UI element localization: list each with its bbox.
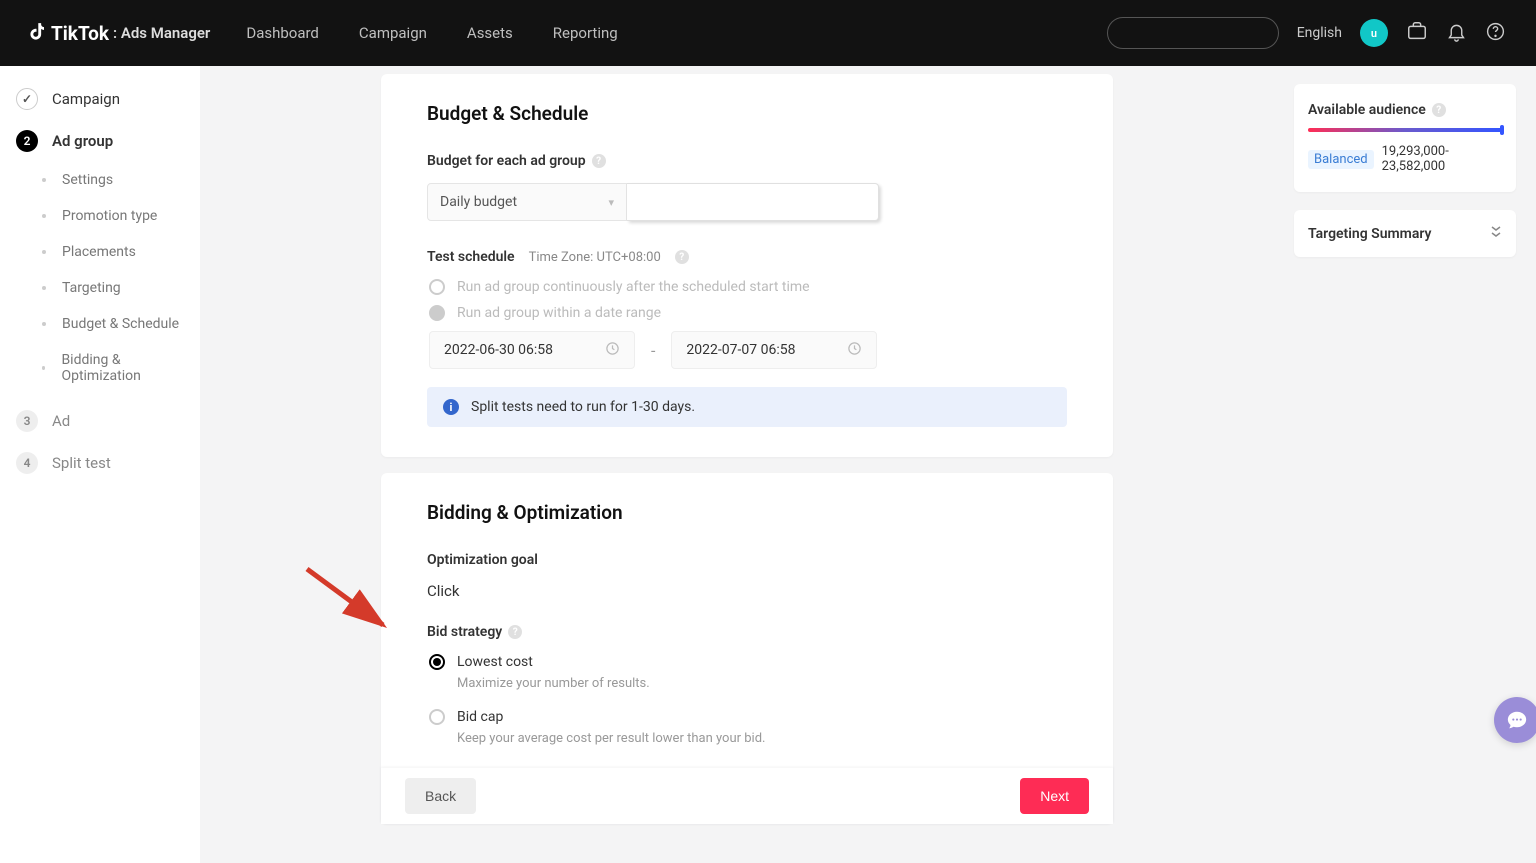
step-label: Ad group: [52, 132, 113, 150]
step-number-icon: 2: [16, 130, 38, 152]
step-split-test[interactable]: 4 Split test: [0, 442, 200, 484]
check-icon: ✓: [16, 88, 38, 110]
audience-gauge: [1308, 128, 1502, 132]
radio-icon: [429, 279, 445, 295]
info-banner: i Split tests need to run for 1-30 days.: [427, 387, 1067, 427]
card-title: Budget & Schedule: [427, 102, 1067, 125]
budget-amount-input[interactable]: [627, 183, 879, 221]
clock-icon: [847, 341, 862, 360]
date-value: 2022-07-07 06:58: [686, 342, 795, 358]
radio-icon: [429, 305, 445, 321]
logo-subtitle: : Ads Manager: [113, 24, 210, 42]
radio-label: Run ad group continuously after the sche…: [457, 279, 810, 295]
budget-type-select[interactable]: Daily budget ▾: [427, 183, 627, 221]
logo[interactable]: TikTok : Ads Manager: [30, 21, 210, 46]
step-label: Campaign: [52, 90, 120, 108]
radio-icon: [429, 654, 445, 670]
help-icon[interactable]: [1485, 21, 1506, 46]
bid-lowest-cost-radio[interactable]: Lowest cost: [427, 654, 1067, 670]
gauge-knob-icon: [1500, 125, 1504, 135]
date-separator: -: [651, 341, 655, 360]
info-text: Split tests need to run for 1-30 days.: [471, 399, 695, 415]
budget-label: Budget for each ad group ?: [427, 153, 1067, 169]
chat-support-button[interactable]: [1494, 697, 1536, 743]
bid-cap-radio[interactable]: Bid cap: [427, 709, 1067, 725]
available-audience-card: Available audience ? Balanced 19,293,000…: [1294, 84, 1516, 192]
schedule-label: Test schedule: [427, 249, 515, 265]
audience-range: 19,293,000-23,582,000: [1382, 144, 1502, 174]
app-header: TikTok : Ads Manager Dashboard Campaign …: [0, 0, 1536, 66]
nav-reporting[interactable]: Reporting: [553, 24, 618, 42]
substep-placements[interactable]: Placements: [0, 234, 200, 270]
help-icon[interactable]: ?: [675, 250, 689, 264]
nav-assets[interactable]: Assets: [467, 24, 513, 42]
search-input[interactable]: [1107, 17, 1279, 49]
radio-label: Lowest cost: [457, 654, 533, 670]
help-icon[interactable]: ?: [508, 625, 522, 639]
business-icon[interactable]: [1406, 20, 1428, 46]
step-label: Split test: [52, 454, 111, 472]
substep-budget-schedule[interactable]: Budget & Schedule: [0, 306, 200, 342]
help-icon[interactable]: ?: [592, 154, 606, 168]
budget-schedule-card: Budget & Schedule Budget for each ad gro…: [381, 74, 1113, 457]
radio-description: Maximize your number of results.: [427, 676, 1067, 691]
nav-campaign[interactable]: Campaign: [359, 24, 427, 42]
step-ad-group[interactable]: 2 Ad group: [0, 120, 200, 162]
schedule-radio-continuous: Run ad group continuously after the sche…: [427, 279, 1067, 295]
radio-description: Keep your average cost per result lower …: [427, 731, 1067, 746]
radio-label: Bid cap: [457, 709, 503, 725]
radio-label: Run ad group within a date range: [457, 305, 661, 321]
sidebar: ✓ Campaign 2 Ad group Settings Promotion…: [0, 66, 200, 863]
info-icon: i: [443, 399, 459, 415]
step-campaign[interactable]: ✓ Campaign: [0, 78, 200, 120]
logo-text: TikTok: [51, 22, 109, 45]
bidding-optimization-card: Bidding & Optimization Optimization goal…: [381, 473, 1113, 824]
clock-icon: [605, 341, 620, 360]
substep-targeting[interactable]: Targeting: [0, 270, 200, 306]
bell-icon[interactable]: [1446, 21, 1467, 46]
start-date-input[interactable]: 2022-06-30 06:58: [429, 331, 635, 369]
tiktok-logo-icon: [30, 21, 48, 46]
back-button[interactable]: Back: [405, 778, 476, 814]
chevron-down-icon: ▾: [608, 196, 614, 209]
nav-dashboard[interactable]: Dashboard: [246, 24, 319, 42]
bid-strategy-label: Bid strategy ?: [427, 624, 1067, 640]
step-ad[interactable]: 3 Ad: [0, 400, 200, 442]
step-number-icon: 4: [16, 452, 38, 474]
card-title: Bidding & Optimization: [427, 501, 1067, 524]
schedule-radio-range: Run ad group within a date range: [427, 305, 1067, 321]
date-value: 2022-06-30 06:58: [444, 342, 553, 358]
substep-settings[interactable]: Settings: [0, 162, 200, 198]
step-number-icon: 3: [16, 410, 38, 432]
targeting-summary-title: Targeting Summary: [1308, 226, 1431, 242]
optimization-goal-value: Click: [427, 582, 1067, 600]
balanced-badge: Balanced: [1308, 150, 1374, 169]
language-selector[interactable]: English: [1297, 25, 1342, 41]
footer-bar: Back Next: [381, 768, 1113, 824]
select-value: Daily budget: [440, 194, 517, 210]
step-label: Ad: [52, 412, 70, 430]
radio-icon: [429, 709, 445, 725]
chevron-down-double-icon: [1490, 225, 1502, 242]
substep-promotion-type[interactable]: Promotion type: [0, 198, 200, 234]
next-button[interactable]: Next: [1020, 778, 1089, 814]
optimization-goal-label: Optimization goal: [427, 552, 1067, 568]
end-date-input[interactable]: 2022-07-07 06:58: [671, 331, 877, 369]
targeting-summary-card[interactable]: Targeting Summary: [1294, 210, 1516, 257]
avatar[interactable]: u: [1360, 19, 1388, 47]
timezone-text: Time Zone: UTC+08:00: [529, 250, 661, 265]
audience-title: Available audience ?: [1308, 102, 1502, 118]
top-nav: Dashboard Campaign Assets Reporting: [246, 24, 617, 42]
help-icon[interactable]: ?: [1432, 103, 1446, 117]
substep-bidding-optimization[interactable]: Bidding & Optimization: [0, 342, 200, 394]
